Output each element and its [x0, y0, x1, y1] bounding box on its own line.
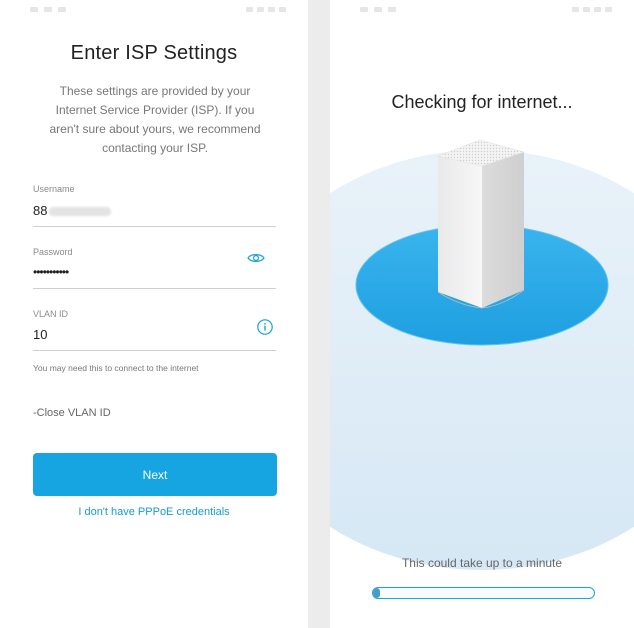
- password-field[interactable]: •••••••••••: [33, 265, 69, 279]
- show-password-eye-icon[interactable]: [246, 250, 266, 266]
- checking-title: Checking for internet...: [391, 92, 573, 112]
- username-label: Username: [33, 184, 75, 194]
- info-icon[interactable]: [256, 318, 274, 336]
- page-title: Enter ISP Settings: [70, 42, 238, 64]
- password-underline: [33, 288, 276, 289]
- router-left-face: [438, 156, 482, 308]
- progress-bar: [372, 587, 595, 599]
- username-field[interactable]: 88: [33, 203, 112, 218]
- next-button[interactable]: Next: [33, 453, 277, 496]
- status-bar: [330, 0, 634, 22]
- username-redacted: [49, 207, 112, 217]
- status-icons-right: [572, 7, 612, 12]
- isp-settings-screen: Enter ISP Settings These settings are pr…: [0, 0, 308, 628]
- progress-fill: [373, 588, 380, 598]
- router-right-face: [482, 152, 524, 308]
- username-value: 88: [33, 203, 48, 218]
- vlan-label: VLAN ID: [33, 309, 69, 319]
- status-icons-left: [360, 7, 396, 12]
- close-vlan-link[interactable]: -Close VLAN ID: [33, 407, 111, 419]
- status-bar: [0, 0, 308, 22]
- vlan-underline: [33, 350, 276, 351]
- vlan-hint: You may need this to connect to the inte…: [33, 363, 199, 373]
- username-underline: [33, 226, 276, 227]
- status-icons-left: [30, 7, 66, 12]
- checking-subtitle: This could take up to a minute: [401, 556, 563, 570]
- checking-internet-screen: Checking for internet... This could take…: [330, 0, 634, 628]
- vlan-field[interactable]: 10: [33, 327, 47, 342]
- page-description: These settings are provided by your Inte…: [49, 84, 261, 155]
- no-pppoe-credentials-link[interactable]: I don't have PPPoE credentials: [0, 506, 308, 518]
- status-icons-right: [246, 7, 286, 12]
- password-label: Password: [33, 247, 73, 257]
